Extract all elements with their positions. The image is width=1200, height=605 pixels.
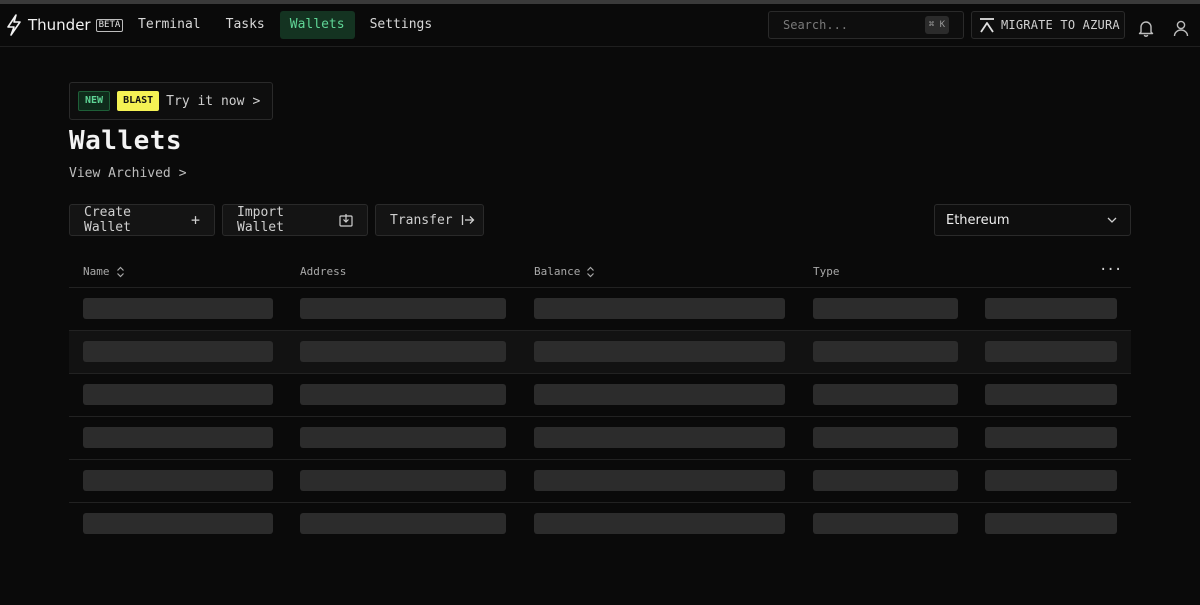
top-navigation-bar: Thunder BETA Terminal Tasks Wallets Sett… <box>0 4 1200 47</box>
chevron-right-icon: > <box>252 93 261 109</box>
search-shortcut-hint: ⌘ K <box>924 16 949 34</box>
main-nav: Terminal Tasks Wallets Settings <box>128 11 447 39</box>
bell-icon[interactable] <box>1137 19 1155 37</box>
skeleton-cell <box>300 384 506 405</box>
promo-text: Try it now <box>166 93 245 109</box>
column-header-balance[interactable]: Balance <box>534 265 595 278</box>
skeleton-cell <box>534 470 785 491</box>
lightning-bolt-icon <box>7 14 21 36</box>
skeleton-cell <box>83 384 273 405</box>
skeleton-cell <box>83 298 273 319</box>
create-wallet-label: Create Wallet <box>84 205 131 235</box>
skeleton-cell <box>985 298 1117 319</box>
create-wallet-button[interactable]: Create Wallet + <box>69 204 215 236</box>
skeleton-cell <box>83 513 273 534</box>
plus-icon: + <box>190 211 200 229</box>
skeleton-cell <box>813 384 958 405</box>
beta-badge: BETA <box>95 18 124 32</box>
network-select[interactable]: Ethereum <box>934 204 1131 236</box>
skeleton-cell <box>985 427 1117 448</box>
skeleton-cell <box>534 427 785 448</box>
table-row-loading <box>69 374 1131 417</box>
sort-icon[interactable] <box>586 266 595 278</box>
skeleton-cell <box>300 427 506 448</box>
migrate-label: MIGRATE TO AZURA <box>1001 18 1120 32</box>
chevron-right-icon: > <box>178 166 187 181</box>
table-row-loading <box>69 503 1131 546</box>
more-options-icon[interactable]: ··· <box>1099 262 1122 278</box>
blast-tag: BLAST <box>117 91 160 111</box>
column-header-name[interactable]: Name <box>83 265 125 278</box>
transfer-button[interactable]: Transfer <box>375 204 484 236</box>
blast-promo-banner[interactable]: NEW BLAST Try it now > <box>69 82 273 120</box>
nav-item-wallets[interactable]: Wallets <box>279 11 355 39</box>
import-icon <box>339 213 353 227</box>
table-row-loading <box>69 288 1131 331</box>
skeleton-cell <box>300 470 506 491</box>
app-logo[interactable]: Thunder BETA <box>6 14 124 36</box>
transfer-label: Transfer <box>390 212 453 228</box>
chevron-down-icon <box>1107 217 1117 223</box>
skeleton-cell <box>83 427 273 448</box>
import-wallet-label: Import Wallet <box>237 205 284 235</box>
search-input[interactable] <box>769 12 919 38</box>
skeleton-cell <box>985 470 1117 491</box>
search-box: ⌘ K <box>768 11 964 39</box>
network-select-value: Ethereum <box>946 212 1010 228</box>
skeleton-cell <box>534 298 785 319</box>
skeleton-cell <box>300 341 506 362</box>
sort-icon[interactable] <box>116 266 125 278</box>
skeleton-cell <box>813 470 958 491</box>
table-row-loading <box>69 460 1131 503</box>
skeleton-cell <box>83 470 273 491</box>
nav-item-tasks[interactable]: Tasks <box>216 11 275 39</box>
table-row-loading <box>69 417 1131 460</box>
azura-logo-icon <box>980 18 994 33</box>
transfer-icon <box>461 213 475 227</box>
skeleton-cell <box>300 298 506 319</box>
view-archived-link[interactable]: View Archived > <box>69 166 187 181</box>
migrate-to-azura-button[interactable]: MIGRATE TO AZURA <box>971 11 1125 39</box>
skeleton-cell <box>534 341 785 362</box>
skeleton-cell <box>813 298 958 319</box>
view-archived-label: View Archived <box>69 166 171 181</box>
nav-item-settings[interactable]: Settings <box>360 11 443 39</box>
skeleton-cell <box>813 427 958 448</box>
skeleton-cell <box>985 341 1117 362</box>
column-header-address: Address <box>300 265 347 278</box>
skeleton-cell <box>534 513 785 534</box>
skeleton-cell <box>83 341 273 362</box>
import-wallet-button[interactable]: Import Wallet <box>222 204 368 236</box>
user-icon[interactable] <box>1172 19 1190 37</box>
skeleton-cell <box>300 513 506 534</box>
table-header: Name Address Balance Type ··· <box>69 256 1131 288</box>
new-tag: NEW <box>78 91 111 111</box>
table-row-loading <box>69 331 1131 374</box>
skeleton-cell <box>813 341 958 362</box>
nav-item-terminal[interactable]: Terminal <box>128 11 211 39</box>
skeleton-cell <box>813 513 958 534</box>
skeleton-cell <box>534 384 785 405</box>
page-title: Wallets <box>69 126 183 156</box>
column-header-type: Type <box>813 265 840 278</box>
skeleton-cell <box>985 384 1117 405</box>
app-name: Thunder <box>28 16 91 34</box>
wallets-table: Name Address Balance Type ··· <box>69 256 1131 546</box>
skeleton-cell <box>985 513 1117 534</box>
